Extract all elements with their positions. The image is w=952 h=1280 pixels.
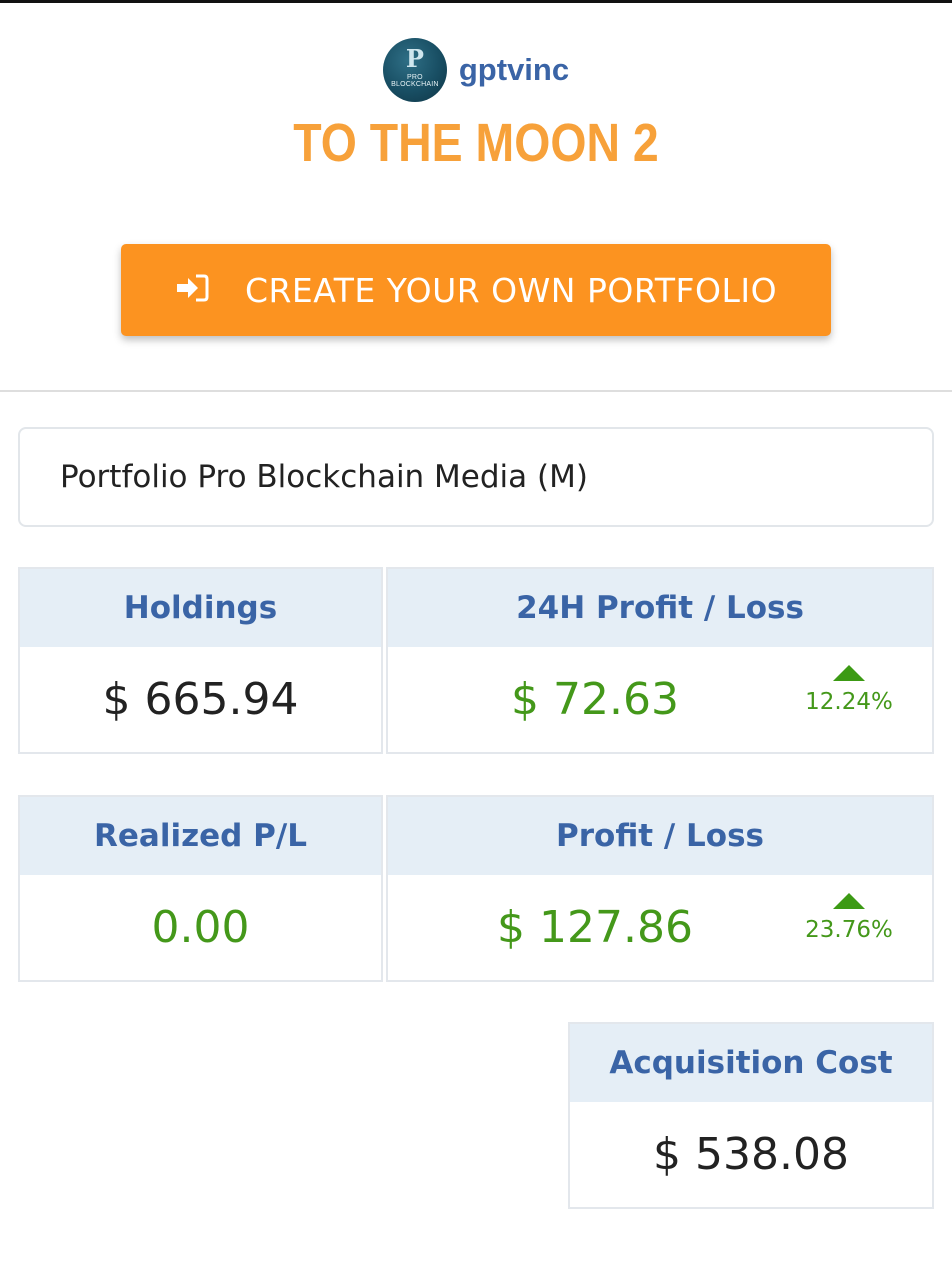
pl-24h-label: 24H Profit / Loss [388,569,932,647]
avatar-logo-text: PRO BLOCKCHAIN [391,74,439,88]
pl-24h-value: $ 72.63 [511,674,679,725]
trend-up-icon [833,893,865,909]
sign-in-icon [175,273,209,307]
pl-24h-percent: 12.24% [805,689,893,715]
username-link[interactable]: gptvinc [459,52,569,88]
portfolio-select[interactable]: Portfolio Pro Blockchain Media (M) [18,427,934,527]
holdings-label: Holdings [20,569,381,647]
profit-loss-change: 23.76% [804,893,894,943]
acquisition-cost-card: Acquisition Cost $ 538.08 [568,1022,934,1209]
portfolio-owner[interactable]: P PRO BLOCKCHAIN gptvinc [0,36,952,104]
realized-pl-label: Realized P/L [20,797,381,875]
pl-24h-card: 24H Profit / Loss $ 72.63 12.24% [386,567,934,754]
acquisition-cost-label: Acquisition Cost [570,1024,932,1102]
trend-up-icon [833,665,865,681]
section-divider [0,390,952,392]
profit-loss-value: $ 127.86 [497,902,693,953]
holdings-card: Holdings $ 665.94 [18,567,383,754]
top-edge-line [0,0,952,3]
realized-pl-card: Realized P/L 0.00 [18,795,383,982]
holdings-value: $ 665.94 [102,674,299,725]
avatar[interactable]: P PRO BLOCKCHAIN [382,38,447,102]
pl-24h-change: 12.24% [804,665,894,715]
profit-loss-card: Profit / Loss $ 127.86 23.76% [386,795,934,982]
create-portfolio-label: CREATE YOUR OWN PORTFOLIO [244,270,778,310]
profit-loss-percent: 23.76% [805,917,893,943]
profit-loss-label: Profit / Loss [388,797,932,875]
portfolio-select-value: Portfolio Pro Blockchain Media (M) [60,459,588,495]
realized-pl-value: 0.00 [151,902,250,953]
create-portfolio-button[interactable]: CREATE YOUR OWN PORTFOLIO [121,244,831,336]
portfolio-title: TO THE MOON 2 [293,113,659,173]
acquisition-cost-value: $ 538.08 [653,1129,849,1180]
avatar-logo-letter: P [405,44,424,73]
